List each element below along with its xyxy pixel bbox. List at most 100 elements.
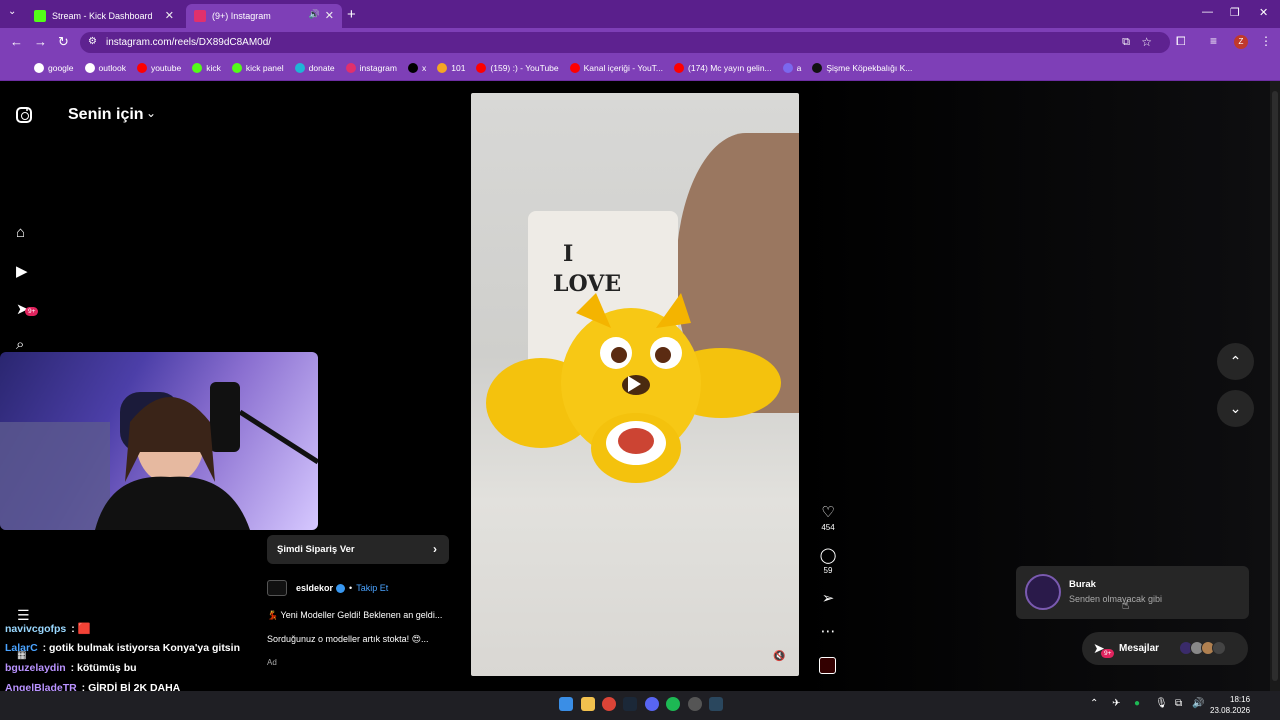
media-control-icon[interactable]: ≡	[1210, 34, 1217, 48]
bookmark-favicon-icon	[476, 63, 487, 73]
reel-video[interactable]: I LOVE 🔇	[471, 93, 799, 676]
maximize-icon[interactable]: ❐	[1230, 6, 1240, 19]
extensions-icon[interactable]: ⧠	[1176, 34, 1186, 49]
chat-username[interactable]: bguzelaydin	[5, 662, 66, 674]
recent-contacts	[1179, 641, 1226, 655]
bookmark-label: Şişme Köpekbalığı K...	[826, 63, 913, 73]
chrome-icon[interactable]	[602, 697, 616, 711]
new-tab-button[interactable]: +	[347, 6, 356, 23]
clock-time: 18:16	[1230, 695, 1251, 704]
bookmark-item[interactable]: kick	[192, 63, 221, 73]
chat-text: : 🟥	[68, 623, 91, 635]
forward-icon[interactable]: →	[34, 34, 47, 49]
bookmark-item[interactable]: a	[782, 63, 801, 73]
site-info-icon[interactable]: ⚙	[88, 36, 97, 47]
tab-search-icon[interactable]: ⌄	[8, 6, 16, 17]
address-bar[interactable]: ⚙ instagram.com/reels/DX89dC8AM0d/ ⧉ ☆	[80, 32, 1170, 53]
order-now-button[interactable]: Şimdi Sipariş Ver ›	[267, 535, 449, 564]
bookmark-item[interactable]: Şişme Köpekbalığı K...	[812, 63, 912, 73]
tray-network-icon[interactable]: ⧉	[1175, 698, 1182, 709]
steam-alt-icon[interactable]	[709, 697, 723, 711]
tab-kick-dashboard[interactable]: Stream - Kick Dashboard ✕	[26, 4, 182, 28]
message-notification[interactable]: Burak Senden olmayacak gibi	[1016, 566, 1249, 619]
bookmark-item[interactable]: youtube	[136, 63, 181, 73]
author-avatar[interactable]	[267, 580, 287, 596]
follow-button[interactable]: Takip Et	[356, 583, 388, 593]
notification-badge: 9+	[25, 307, 39, 316]
scrollbar-thumb[interactable]	[1272, 91, 1278, 681]
feed-title[interactable]: Senin için	[68, 106, 144, 124]
chat-username[interactable]: LalarC	[5, 642, 38, 654]
windows-taskbar	[0, 691, 1280, 720]
caption-line-2[interactable]: Sorduğunuz o modeller artık stokta! 😍...	[267, 634, 428, 645]
chat-message: LalarC : gotik bulmak istiyorsa Konya'ya…	[5, 642, 240, 654]
home-icon[interactable]: ⌂	[16, 224, 25, 241]
close-window-icon[interactable]: ✕	[1259, 6, 1268, 19]
chat-text: : kötümüş bu	[67, 662, 137, 674]
chevron-down-icon[interactable]: ⌄	[146, 106, 156, 120]
like-button[interactable]: ♡ 454	[818, 503, 838, 532]
close-tab-icon[interactable]: ✕	[325, 9, 334, 22]
page-scrollbar[interactable]	[1270, 81, 1280, 691]
back-icon[interactable]: ←	[10, 34, 23, 49]
previous-reel-button[interactable]: ⌃	[1217, 343, 1254, 380]
instagram-logo-dot	[26, 109, 28, 111]
start-icon[interactable]	[559, 697, 573, 711]
close-tab-icon[interactable]: ✕	[165, 9, 174, 22]
bookmark-star-icon[interactable]: ☆	[1141, 35, 1152, 49]
bookmark-item[interactable]: outlook	[84, 63, 126, 73]
tray-status-icon[interactable]: ●	[1134, 698, 1140, 709]
profile-avatar[interactable]: Z	[1234, 35, 1248, 49]
reload-icon[interactable]: ↻	[58, 34, 69, 50]
bookmark-favicon-icon	[782, 63, 793, 73]
bookmark-item[interactable]: x	[407, 63, 426, 73]
bookmark-item[interactable]: 101	[437, 63, 465, 73]
url-text: instagram.com/reels/DX89dC8AM0d/	[106, 37, 272, 48]
chat-username[interactable]: navivcgofps	[5, 623, 66, 635]
chevron-down-icon: ⌄	[1229, 400, 1242, 416]
tray-steam-icon[interactable]: ✈	[1112, 698, 1120, 709]
mute-icon[interactable]: 🔇	[773, 651, 785, 662]
messages-label: Mesajlar	[1119, 643, 1160, 654]
reels-icon[interactable]: ▶	[16, 262, 28, 280]
instagram-logo-icon[interactable]	[16, 107, 32, 123]
tray-mic-icon[interactable]: 🎙	[1155, 698, 1168, 709]
browser-menu-icon[interactable]: ⋮	[1260, 34, 1272, 48]
next-reel-button[interactable]: ⌄	[1217, 390, 1254, 427]
share-button[interactable]: ➢	[818, 589, 838, 608]
messages-button[interactable]: ➤ 9+ Mesajlar	[1082, 632, 1248, 665]
tray-chevron-up-icon[interactable]: ⌃	[1090, 698, 1098, 709]
bookmark-label: (159) :) - YouTube	[490, 63, 559, 73]
chat-message: bguzelaydin : kötümüş bu	[5, 662, 137, 674]
minimize-icon[interactable]: —	[1202, 6, 1213, 18]
tab-audio-icon[interactable]: 🔊	[309, 9, 320, 20]
discord-icon[interactable]	[645, 697, 659, 711]
bookmark-label: outlook	[98, 63, 126, 73]
comment-button[interactable]: ◯ 59	[818, 546, 838, 575]
audio-avatar[interactable]	[819, 657, 836, 674]
bookmark-item[interactable]: (174) Mc yayın gelin...	[674, 63, 772, 73]
cta-label: Şimdi Sipariş Ver	[277, 544, 355, 555]
bookmark-item[interactable]: kick panel	[231, 63, 284, 73]
bookmark-item[interactable]: instagram	[345, 63, 397, 73]
bookmark-item[interactable]: Kanal içeriği - YouT...	[569, 63, 663, 73]
cast-icon[interactable]: ⧉	[1122, 36, 1130, 49]
spotify-icon[interactable]	[666, 697, 680, 711]
streamer-webcam	[0, 352, 318, 530]
bookmark-item[interactable]: (159) :) - YouTube	[476, 63, 559, 73]
tab-instagram[interactable]: (9+) Instagram 🔊 ✕	[186, 4, 342, 28]
file-explorer-icon[interactable]	[581, 697, 595, 711]
search-icon[interactable]: ⌕	[16, 336, 24, 353]
steam-icon[interactable]	[623, 697, 637, 711]
clock-date: 23.08.2026	[1210, 706, 1251, 715]
bookmark-item[interactable]: google	[34, 63, 74, 73]
play-icon[interactable]	[628, 376, 641, 392]
tray-volume-icon[interactable]: 🔊	[1192, 698, 1204, 709]
author-name[interactable]: esldekor	[296, 583, 333, 593]
caption-line-1[interactable]: 💃 Yeni Modeller Geldi! Beklenen an geldi…	[267, 610, 442, 621]
bookmark-item[interactable]: donate	[294, 63, 335, 73]
ad-label: Ad	[267, 658, 277, 667]
system-clock[interactable]: 18:16 23.08.2026	[1210, 694, 1250, 716]
obs-icon[interactable]	[688, 697, 702, 711]
more-options-button[interactable]: ⋯	[818, 622, 838, 641]
